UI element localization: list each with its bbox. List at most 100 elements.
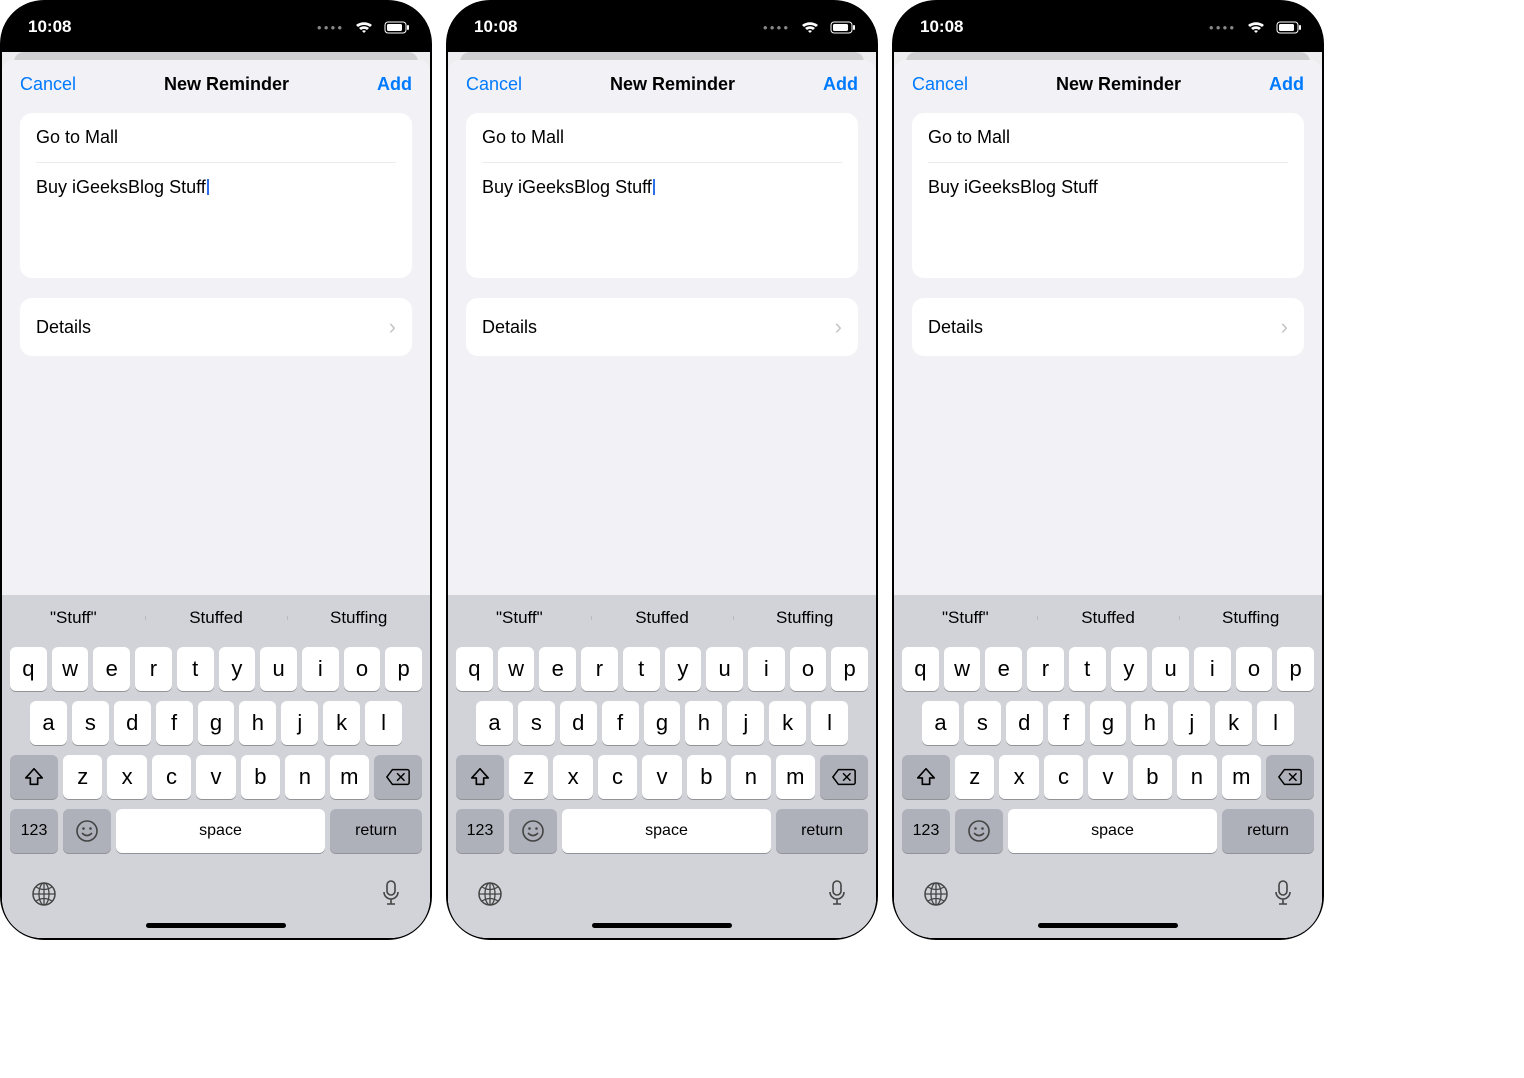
key-c[interactable]: c (1044, 755, 1083, 799)
key-c[interactable]: c (598, 755, 637, 799)
key-l[interactable]: l (1257, 701, 1294, 745)
key-r[interactable]: r (1027, 647, 1064, 691)
key-j[interactable]: j (281, 701, 318, 745)
key-t[interactable]: t (623, 647, 660, 691)
globe-icon[interactable] (476, 880, 504, 908)
shift-key[interactable] (10, 755, 58, 799)
home-indicator[interactable] (1038, 923, 1178, 928)
backspace-key[interactable] (374, 755, 422, 799)
backspace-key[interactable] (820, 755, 868, 799)
key-s[interactable]: s (518, 701, 555, 745)
key-k[interactable]: k (1215, 701, 1252, 745)
key-r[interactable]: r (581, 647, 618, 691)
key-e[interactable]: e (985, 647, 1022, 691)
suggestion-0[interactable]: "Stuff" (2, 608, 145, 628)
key-a[interactable]: a (922, 701, 959, 745)
shift-key[interactable] (456, 755, 504, 799)
key-u[interactable]: u (260, 647, 297, 691)
key-a[interactable]: a (476, 701, 513, 745)
notes-field[interactable]: Buy iGeeksBlog Stuff (20, 163, 412, 278)
key-g[interactable]: g (198, 701, 235, 745)
space-key[interactable]: space (1008, 809, 1217, 853)
key-g[interactable]: g (1090, 701, 1127, 745)
key-x[interactable]: x (553, 755, 592, 799)
details-row[interactable]: Details› (20, 298, 412, 356)
key-r[interactable]: r (135, 647, 172, 691)
key-v[interactable]: v (1088, 755, 1127, 799)
shift-key[interactable] (902, 755, 950, 799)
return-key[interactable]: return (776, 809, 868, 853)
cancel-button[interactable]: Cancel (912, 74, 968, 95)
suggestion-1[interactable]: Stuffed (1037, 608, 1180, 628)
home-indicator[interactable] (146, 923, 286, 928)
key-d[interactable]: d (114, 701, 151, 745)
key-i[interactable]: i (302, 647, 339, 691)
key-x[interactable]: x (107, 755, 146, 799)
key-o[interactable]: o (790, 647, 827, 691)
numbers-key[interactable]: 123 (10, 809, 58, 853)
key-j[interactable]: j (727, 701, 764, 745)
key-i[interactable]: i (748, 647, 785, 691)
key-z[interactable]: z (955, 755, 994, 799)
key-y[interactable]: y (665, 647, 702, 691)
key-p[interactable]: p (1277, 647, 1314, 691)
notes-field[interactable]: Buy iGeeksBlog Stuff (466, 163, 858, 278)
dictation-mic-icon[interactable] (826, 879, 848, 909)
key-m[interactable]: m (776, 755, 815, 799)
key-v[interactable]: v (196, 755, 235, 799)
notes-field[interactable]: Buy iGeeksBlog Stuff (912, 163, 1304, 278)
title-field[interactable]: Go to Mall (912, 113, 1304, 162)
home-indicator[interactable] (592, 923, 732, 928)
suggestion-2[interactable]: Stuffing (287, 608, 430, 628)
globe-icon[interactable] (922, 880, 950, 908)
key-f[interactable]: f (1048, 701, 1085, 745)
key-y[interactable]: y (219, 647, 256, 691)
key-t[interactable]: t (1069, 647, 1106, 691)
emoji-key[interactable] (509, 809, 557, 853)
return-key[interactable]: return (1222, 809, 1314, 853)
key-q[interactable]: q (902, 647, 939, 691)
key-t[interactable]: t (177, 647, 214, 691)
key-n[interactable]: n (731, 755, 770, 799)
key-q[interactable]: q (10, 647, 47, 691)
numbers-key[interactable]: 123 (902, 809, 950, 853)
key-o[interactable]: o (1236, 647, 1273, 691)
suggestion-0[interactable]: "Stuff" (448, 608, 591, 628)
key-g[interactable]: g (644, 701, 681, 745)
key-w[interactable]: w (944, 647, 981, 691)
key-l[interactable]: l (811, 701, 848, 745)
key-o[interactable]: o (344, 647, 381, 691)
key-c[interactable]: c (152, 755, 191, 799)
key-h[interactable]: h (239, 701, 276, 745)
key-n[interactable]: n (285, 755, 324, 799)
details-row[interactable]: Details› (466, 298, 858, 356)
space-key[interactable]: space (116, 809, 325, 853)
title-field[interactable]: Go to Mall (20, 113, 412, 162)
key-q[interactable]: q (456, 647, 493, 691)
add-button[interactable]: Add (377, 74, 412, 95)
key-n[interactable]: n (1177, 755, 1216, 799)
key-w[interactable]: w (498, 647, 535, 691)
suggestion-0[interactable]: "Stuff" (894, 608, 1037, 628)
globe-icon[interactable] (30, 880, 58, 908)
numbers-key[interactable]: 123 (456, 809, 504, 853)
key-a[interactable]: a (30, 701, 67, 745)
key-l[interactable]: l (365, 701, 402, 745)
key-k[interactable]: k (323, 701, 360, 745)
key-p[interactable]: p (385, 647, 422, 691)
key-i[interactable]: i (1194, 647, 1231, 691)
key-p[interactable]: p (831, 647, 868, 691)
cancel-button[interactable]: Cancel (20, 74, 76, 95)
key-b[interactable]: b (687, 755, 726, 799)
dictation-mic-icon[interactable] (1272, 879, 1294, 909)
add-button[interactable]: Add (1269, 74, 1304, 95)
key-d[interactable]: d (1006, 701, 1043, 745)
key-f[interactable]: f (602, 701, 639, 745)
emoji-key[interactable] (63, 809, 111, 853)
return-key[interactable]: return (330, 809, 422, 853)
dictation-mic-icon[interactable] (380, 879, 402, 909)
suggestion-1[interactable]: Stuffed (145, 608, 288, 628)
emoji-key[interactable] (955, 809, 1003, 853)
key-m[interactable]: m (330, 755, 369, 799)
key-k[interactable]: k (769, 701, 806, 745)
